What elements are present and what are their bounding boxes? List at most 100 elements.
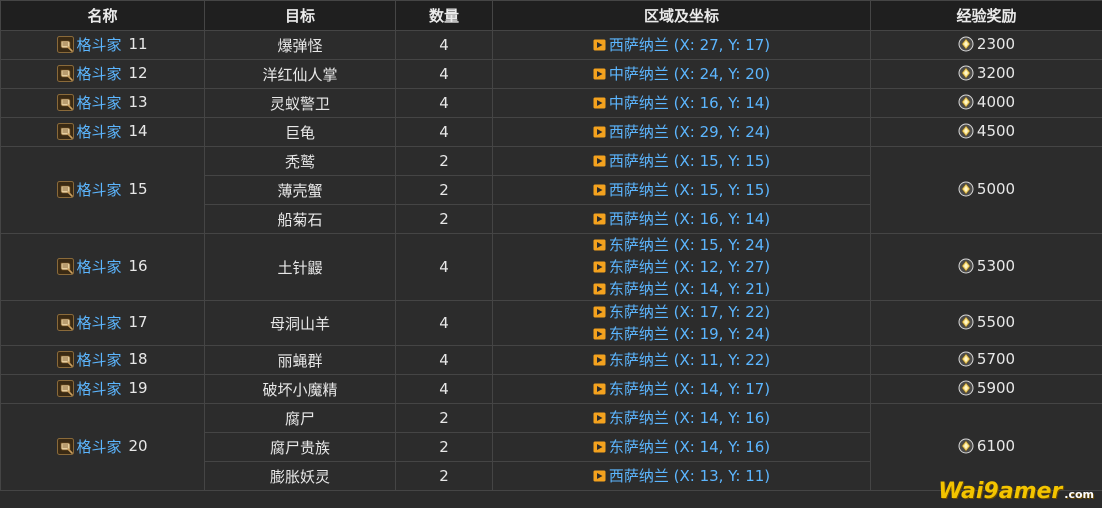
- zone-link[interactable]: 西萨纳兰: [609, 123, 669, 141]
- quest-name-link[interactable]: 格斗家: [76, 121, 121, 142]
- location-entry: 东萨纳兰 (X: 11, Y: 22): [494, 347, 870, 374]
- quest-name-number: 20: [128, 437, 148, 455]
- zone-link[interactable]: 东萨纳兰: [609, 325, 669, 343]
- exp-reward: 2300: [958, 35, 1015, 53]
- map-flag-icon: [593, 405, 606, 424]
- target-cell: 薄壳蟹: [204, 175, 396, 205]
- quest-name-link[interactable]: 格斗家: [76, 436, 121, 457]
- quest-name-link[interactable]: 格斗家: [76, 349, 121, 370]
- quest-name-cell: 格斗家 14: [0, 117, 205, 147]
- zone-link[interactable]: 西萨纳兰: [609, 152, 669, 170]
- exp-crystal-icon: [958, 314, 974, 330]
- zone-link[interactable]: 东萨纳兰: [609, 351, 669, 369]
- quest-name[interactable]: 格斗家 15: [57, 179, 148, 200]
- exp-value: 5700: [976, 349, 1016, 368]
- zone-link[interactable]: 东萨纳兰: [609, 258, 669, 276]
- exp-value: 5000: [976, 179, 1016, 198]
- location-entry: 东萨纳兰 (X: 14, Y: 16): [494, 434, 870, 461]
- zone-link[interactable]: 中萨纳兰: [609, 65, 669, 83]
- count-cell: 4: [395, 233, 493, 301]
- quest-name-link[interactable]: 格斗家: [76, 179, 121, 200]
- table-row: 格斗家 12 洋红仙人掌 4 中萨纳兰 (X: 24, Y: 20) 3200: [0, 59, 1102, 89]
- quest-name-cell: 格斗家 12: [0, 59, 205, 89]
- coordinates: (X: 15, Y: 24): [673, 236, 771, 254]
- coordinates: (X: 14, Y: 17): [673, 380, 771, 398]
- zone-link[interactable]: 中萨纳兰: [609, 94, 669, 112]
- scroll-icon: [57, 437, 75, 455]
- location-cell: 西萨纳兰 (X: 29, Y: 24): [492, 117, 871, 147]
- quest-name-link[interactable]: 格斗家: [76, 92, 121, 113]
- zone-link[interactable]: 东萨纳兰: [609, 236, 669, 254]
- zone-link[interactable]: 东萨纳兰: [609, 380, 669, 398]
- map-flag-icon: [593, 148, 606, 167]
- location-cell: 东萨纳兰 (X: 14, Y: 17): [492, 374, 871, 404]
- zone-link[interactable]: 东萨纳兰: [609, 280, 669, 298]
- target-cell: 爆弹怪: [204, 30, 396, 60]
- watermark-logo: Wai9amer .com: [938, 479, 1094, 504]
- exp-value: 6100: [976, 436, 1016, 455]
- location-entry: 西萨纳兰 (X: 16, Y: 14): [494, 206, 870, 233]
- target-cell: 灵蚁警卫: [204, 88, 396, 118]
- quest-name-number: 15: [128, 180, 148, 198]
- table-row: 格斗家 15 秃鹫 2 西萨纳兰 (X: 15, Y: 15) 5000: [0, 146, 1102, 234]
- quest-name[interactable]: 格斗家 18: [57, 349, 148, 370]
- target-cell: 母洞山羊: [204, 300, 396, 346]
- exp-reward: 4500: [958, 122, 1015, 140]
- target-cell: 膨胀妖灵: [204, 461, 396, 491]
- count-cell: 2: [395, 175, 493, 205]
- quest-name-link[interactable]: 格斗家: [76, 378, 121, 399]
- zone-link[interactable]: 西萨纳兰: [609, 181, 669, 199]
- exp-reward: 5700: [958, 350, 1015, 368]
- zone-link[interactable]: 东萨纳兰: [609, 438, 669, 456]
- map-flag-icon: [593, 376, 606, 395]
- location-cell: 西萨纳兰 (X: 15, Y: 15): [492, 175, 871, 205]
- location-entry: 西萨纳兰 (X: 13, Y: 11): [494, 463, 870, 490]
- map-flag-icon: [593, 279, 606, 295]
- exp-value: 4000: [976, 92, 1016, 111]
- zone-link[interactable]: 西萨纳兰: [609, 36, 669, 54]
- zone-link[interactable]: 西萨纳兰: [609, 467, 669, 485]
- count-cell: 4: [395, 88, 493, 118]
- quest-name-link[interactable]: 格斗家: [76, 63, 121, 84]
- quest-name[interactable]: 格斗家 16: [57, 256, 148, 277]
- count-cell: 4: [395, 117, 493, 147]
- quest-name[interactable]: 格斗家 20: [57, 436, 148, 457]
- scroll-icon: [57, 379, 75, 397]
- target-cell: 腐尸贵族: [204, 432, 396, 462]
- coordinates: (X: 24, Y: 20): [673, 65, 771, 83]
- quest-name[interactable]: 格斗家 19: [57, 378, 148, 399]
- map-flag-icon: [593, 235, 606, 251]
- quest-name-link[interactable]: 格斗家: [76, 34, 121, 55]
- table-row: 格斗家 16 土针鼹 4 东萨纳兰 (X: 15, Y: 24) 东萨纳兰 (X: 12,…: [0, 233, 1102, 301]
- coordinates: (X: 12, Y: 27): [673, 258, 771, 276]
- exp-reward: 3200: [958, 64, 1015, 82]
- location-cell: 东萨纳兰 (X: 15, Y: 24) 东萨纳兰 (X: 12, Y: 27) 东萨…: [492, 233, 871, 301]
- quest-name-link[interactable]: 格斗家: [76, 312, 121, 333]
- zone-link[interactable]: 西萨纳兰: [609, 210, 669, 228]
- quest-name-cell: 格斗家 15: [0, 146, 205, 234]
- quest-name[interactable]: 格斗家 13: [57, 92, 148, 113]
- quest-name[interactable]: 格斗家 11: [57, 34, 148, 55]
- count-cell: 2: [395, 204, 493, 234]
- location-entry: 东萨纳兰 (X: 15, Y: 24): [494, 235, 870, 257]
- zone-link[interactable]: 东萨纳兰: [609, 409, 669, 427]
- exp-value: 2300: [976, 34, 1016, 53]
- location-entry: 东萨纳兰 (X: 14, Y: 17): [494, 376, 870, 403]
- quest-name[interactable]: 格斗家 14: [57, 121, 148, 142]
- table-row: 格斗家 19 破坏小魔精 4 东萨纳兰 (X: 14, Y: 17) 5900: [0, 374, 1102, 404]
- map-flag-icon: [593, 119, 606, 138]
- exp-reward-cell: 4500: [870, 117, 1102, 147]
- quest-name[interactable]: 格斗家 17: [57, 312, 148, 333]
- coordinates: (X: 29, Y: 24): [673, 123, 771, 141]
- quest-name[interactable]: 格斗家 12: [57, 63, 148, 84]
- exp-reward-cell: 5000: [870, 146, 1102, 234]
- zone-link[interactable]: 东萨纳兰: [609, 303, 669, 321]
- map-flag-icon: [593, 257, 606, 273]
- quest-name-link[interactable]: 格斗家: [76, 256, 121, 277]
- coordinates: (X: 15, Y: 15): [673, 181, 771, 199]
- quest-name-number: 17: [128, 313, 148, 331]
- quest-name-number: 12: [128, 64, 148, 82]
- count-cell: 2: [395, 146, 493, 176]
- header-target: 目标: [204, 0, 396, 31]
- location-cell: 西萨纳兰 (X: 27, Y: 17): [492, 30, 871, 60]
